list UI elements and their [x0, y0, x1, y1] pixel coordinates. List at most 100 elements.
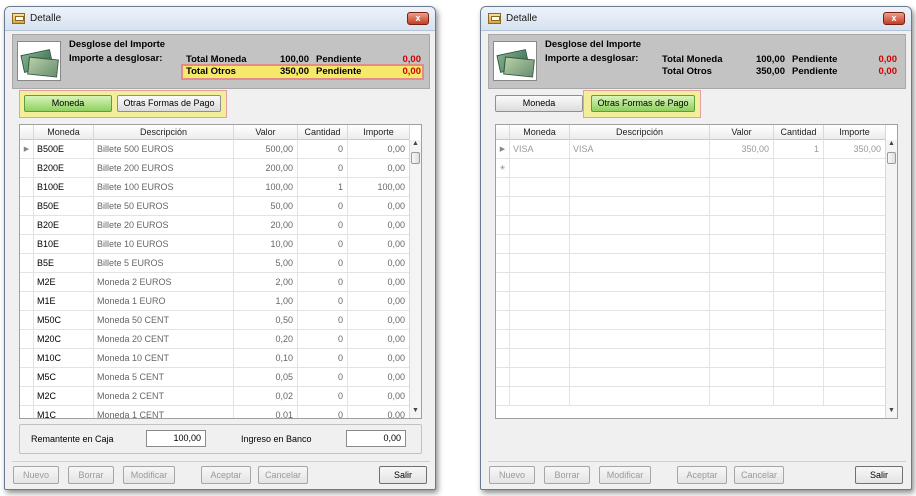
cell-importe[interactable] — [824, 197, 886, 216]
scroll-down-arrow-icon[interactable]: ▼ — [886, 407, 897, 418]
cell-descripcion[interactable] — [570, 197, 710, 216]
cell-importe[interactable] — [824, 292, 886, 311]
cell-cantidad[interactable]: 0 — [298, 387, 348, 406]
cell-descripcion[interactable]: Moneda 1 EURO — [94, 292, 234, 311]
cell-cantidad[interactable]: 0 — [298, 140, 348, 159]
aceptar-button[interactable]: Aceptar — [677, 466, 727, 484]
cell-importe[interactable]: 0,00 — [348, 235, 410, 254]
cell-descripcion[interactable]: Moneda 50 CENT — [94, 311, 234, 330]
table-row[interactable] — [496, 387, 886, 406]
cell-moneda[interactable] — [510, 349, 570, 368]
cell-importe[interactable] — [824, 254, 886, 273]
cell-valor[interactable]: 500,00 — [234, 140, 298, 159]
cell-moneda[interactable]: B50E — [34, 197, 94, 216]
cell-valor[interactable]: 350,00 — [710, 140, 774, 159]
cell-valor[interactable] — [710, 159, 774, 178]
cell-cantidad[interactable]: 1 — [774, 140, 824, 159]
cell-descripcion[interactable] — [570, 235, 710, 254]
cell-valor[interactable]: 50,00 — [234, 197, 298, 216]
cell-cantidad[interactable] — [774, 292, 824, 311]
scroll-up-arrow-icon[interactable]: ▲ — [410, 140, 421, 151]
cell-descripcion[interactable]: Billete 5 EUROS — [94, 254, 234, 273]
cell-importe[interactable] — [824, 368, 886, 387]
tab-moneda[interactable]: Moneda — [495, 95, 583, 112]
cell-moneda[interactable] — [510, 178, 570, 197]
cell-cantidad[interactable] — [774, 159, 824, 178]
cell-descripcion[interactable]: Billete 100 EUROS — [94, 178, 234, 197]
cell-moneda[interactable] — [510, 311, 570, 330]
cell-descripcion[interactable]: Billete 50 EUROS — [94, 197, 234, 216]
salir-button[interactable]: Salir — [855, 466, 903, 484]
borrar-button[interactable]: Borrar — [68, 466, 114, 484]
cell-cantidad[interactable]: 0 — [298, 368, 348, 387]
table-row[interactable] — [496, 178, 886, 197]
cell-valor[interactable] — [710, 235, 774, 254]
nuevo-button[interactable]: Nuevo — [489, 466, 535, 484]
scroll-thumb[interactable] — [411, 152, 420, 164]
ingreso-input[interactable]: 0,00 — [346, 430, 406, 447]
cell-valor[interactable]: 10,00 — [234, 235, 298, 254]
cell-cantidad[interactable] — [774, 330, 824, 349]
col-importe[interactable]: Importe — [824, 125, 886, 140]
col-valor[interactable]: Valor — [710, 125, 774, 140]
close-button[interactable]: x — [883, 12, 905, 25]
table-row[interactable]: ▶ B500E Billete 500 EUROS 500,00 0 0,00 — [20, 140, 410, 159]
cell-importe[interactable] — [824, 387, 886, 406]
cell-valor[interactable]: 0,10 — [234, 349, 298, 368]
cell-moneda[interactable]: VISA — [510, 140, 570, 159]
table-row[interactable]: M20C Moneda 20 CENT 0,20 0 0,00 — [20, 330, 410, 349]
modificar-button[interactable]: Modificar — [599, 466, 651, 484]
cancelar-button[interactable]: Cancelar — [734, 466, 784, 484]
cell-valor[interactable] — [710, 216, 774, 235]
cell-importe[interactable]: 0,00 — [348, 330, 410, 349]
cell-valor[interactable] — [710, 368, 774, 387]
cell-valor[interactable] — [710, 387, 774, 406]
cell-cantidad[interactable] — [774, 273, 824, 292]
scroll-down-arrow-icon[interactable]: ▼ — [410, 407, 421, 418]
scroll-thumb[interactable] — [887, 152, 896, 164]
cell-descripcion[interactable] — [570, 387, 710, 406]
cell-moneda[interactable] — [510, 235, 570, 254]
col-descripcion[interactable]: Descripción — [570, 125, 710, 140]
tab-moneda[interactable]: Moneda — [24, 95, 112, 112]
cell-descripcion[interactable]: Moneda 2 EUROS — [94, 273, 234, 292]
cell-moneda[interactable]: M5C — [34, 368, 94, 387]
cell-cantidad[interactable] — [774, 349, 824, 368]
cell-descripcion[interactable]: Billete 500 EUROS — [94, 140, 234, 159]
col-valor[interactable]: Valor — [234, 125, 298, 140]
col-moneda[interactable]: Moneda — [510, 125, 570, 140]
table-row[interactable] — [496, 330, 886, 349]
cell-importe[interactable] — [824, 159, 886, 178]
cell-moneda[interactable]: B10E — [34, 235, 94, 254]
cell-descripcion[interactable]: Billete 20 EUROS — [94, 216, 234, 235]
cell-descripcion[interactable] — [570, 273, 710, 292]
scroll-up-arrow-icon[interactable]: ▲ — [886, 140, 897, 151]
table-row[interactable] — [496, 197, 886, 216]
table-row[interactable]: B10E Billete 10 EUROS 10,00 0 0,00 — [20, 235, 410, 254]
table-row[interactable]: M10C Moneda 10 CENT 0,10 0 0,00 — [20, 349, 410, 368]
cell-valor[interactable] — [710, 178, 774, 197]
tab-otras-formas-pago[interactable]: Otras Formas de Pago — [591, 95, 695, 112]
cell-valor[interactable]: 0,20 — [234, 330, 298, 349]
table-row[interactable]: M2E Moneda 2 EUROS 2,00 0 0,00 — [20, 273, 410, 292]
cell-importe[interactable]: 0,00 — [348, 216, 410, 235]
cell-moneda[interactable] — [510, 254, 570, 273]
cell-valor[interactable]: 5,00 — [234, 254, 298, 273]
col-importe[interactable]: Importe — [348, 125, 410, 140]
table-row[interactable]: M50C Moneda 50 CENT 0,50 0 0,00 — [20, 311, 410, 330]
modificar-button[interactable]: Modificar — [123, 466, 175, 484]
cell-moneda[interactable]: M1C — [34, 406, 94, 418]
cell-moneda[interactable]: B100E — [34, 178, 94, 197]
cell-importe[interactable] — [824, 216, 886, 235]
cell-valor[interactable]: 0,50 — [234, 311, 298, 330]
cell-cantidad[interactable] — [774, 235, 824, 254]
cell-valor[interactable] — [710, 197, 774, 216]
cell-valor[interactable] — [710, 330, 774, 349]
cell-descripcion[interactable]: Moneda 20 CENT — [94, 330, 234, 349]
cell-valor[interactable]: 1,00 — [234, 292, 298, 311]
cell-importe[interactable] — [824, 330, 886, 349]
cell-moneda[interactable]: M2E — [34, 273, 94, 292]
cell-valor[interactable] — [710, 273, 774, 292]
cell-moneda[interactable] — [510, 159, 570, 178]
cell-importe[interactable]: 0,00 — [348, 292, 410, 311]
